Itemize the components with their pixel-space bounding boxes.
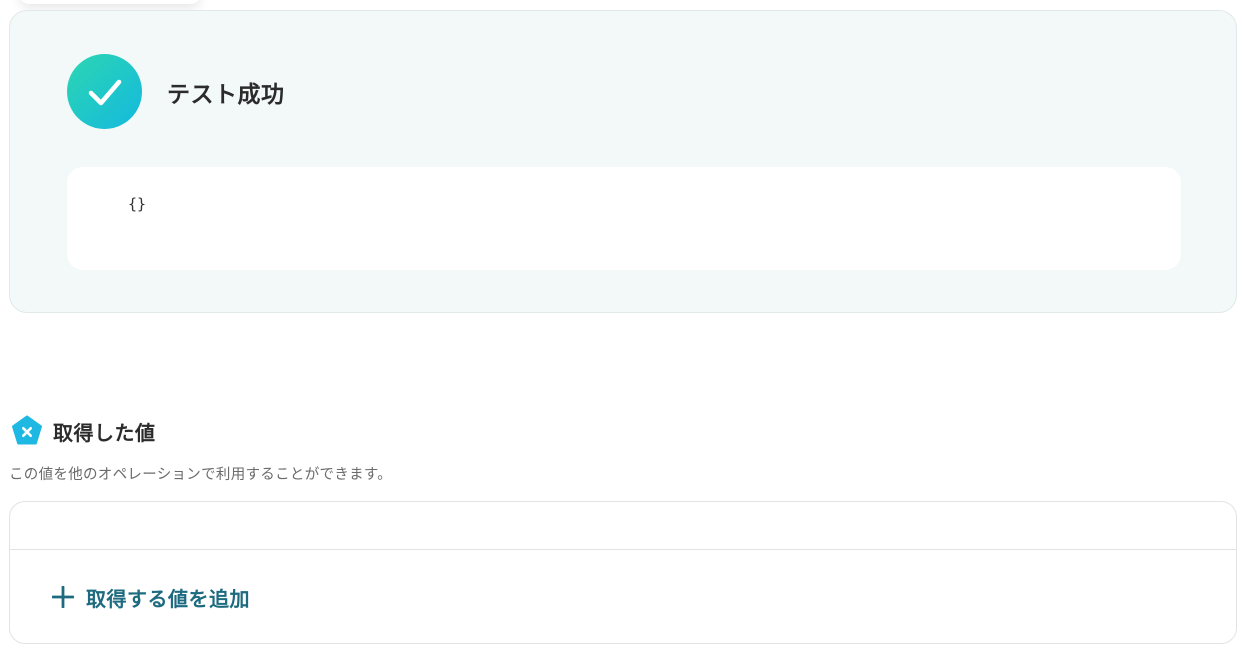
- x-badge-icon: [12, 415, 42, 445]
- add-value-label: 取得する値を追加: [86, 588, 250, 611]
- acquired-values-panel: 取得する値を追加: [9, 501, 1237, 644]
- test-result-panel: テスト成功 {}: [9, 10, 1237, 313]
- checkmark-icon: [88, 79, 121, 105]
- test-success-title: テスト成功: [167, 82, 285, 108]
- plus-icon: [52, 586, 74, 608]
- add-value-button[interactable]: 取得する値を追加: [52, 580, 250, 614]
- test-output-text: {}: [128, 195, 147, 213]
- acquired-values-header: 取得した値: [11, 414, 156, 448]
- top-card-edge: [20, 0, 200, 4]
- acquired-values-title: 取得した値: [53, 420, 156, 445]
- test-output-box: {}: [67, 167, 1181, 270]
- acquired-values-description: この値を他のオペレーションで利用することができます。: [9, 467, 393, 483]
- divider: [10, 549, 1236, 550]
- check-circle-icon: [67, 54, 142, 129]
